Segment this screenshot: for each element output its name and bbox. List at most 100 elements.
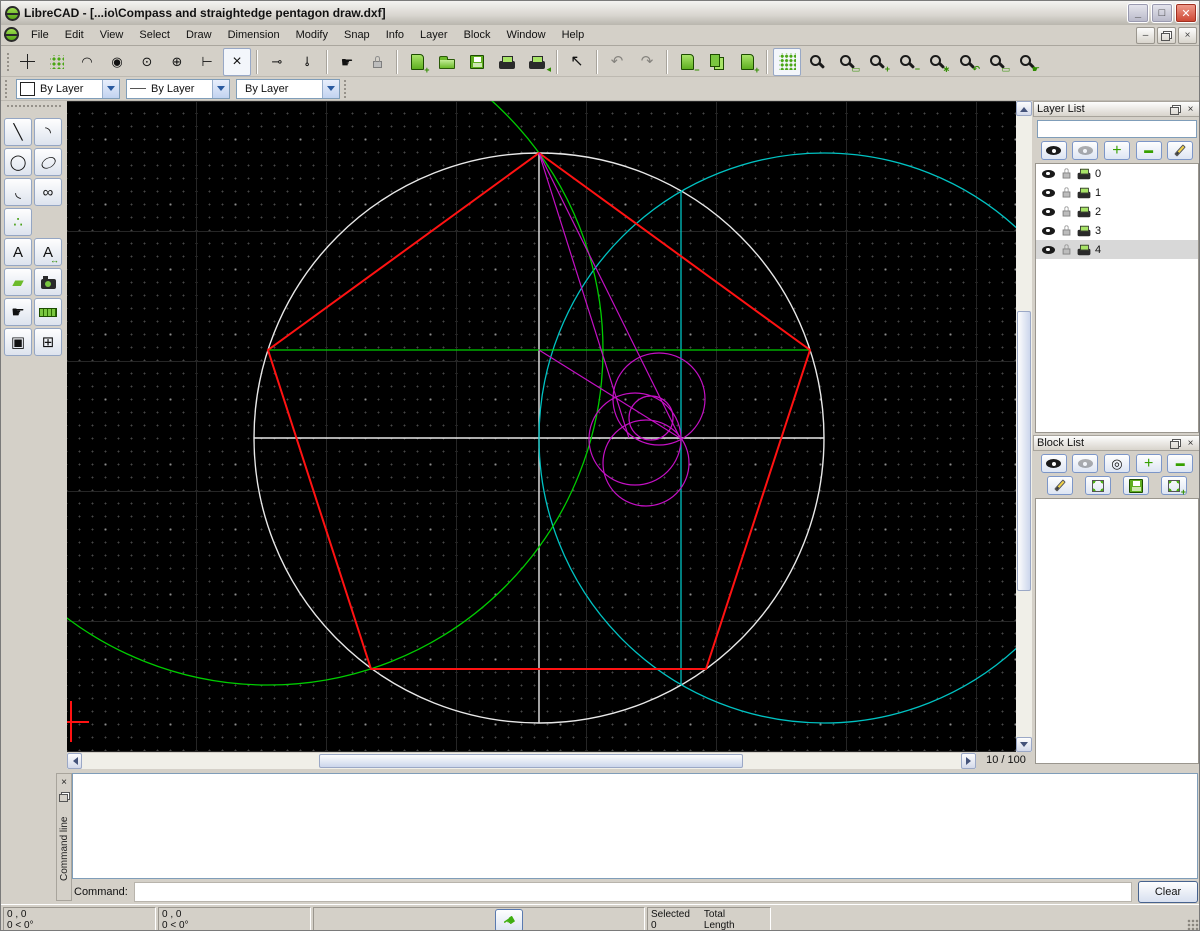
float-panel-button[interactable] <box>1169 103 1182 115</box>
pen-width-combo[interactable]: By Layer <box>126 79 230 99</box>
layer-lock-icon[interactable] <box>1057 206 1075 217</box>
zoom-in[interactable]: + <box>863 48 891 76</box>
command-input[interactable] <box>134 882 1132 902</box>
layer-row-1[interactable]: 1 <box>1036 183 1198 202</box>
layer-visible-icon[interactable] <box>1039 170 1057 178</box>
snap-distance[interactable]: ⊢ <box>193 48 221 76</box>
menu-edit[interactable]: Edit <box>57 27 92 43</box>
open-drawing[interactable] <box>433 48 461 76</box>
snap-free[interactable] <box>13 48 41 76</box>
drawing-canvas[interactable] <box>67 101 1016 752</box>
redraw[interactable]: ▭ <box>983 48 1011 76</box>
menu-modify[interactable]: Modify <box>288 27 336 43</box>
drawing-window-list[interactable] <box>703 48 731 76</box>
scroll-down-button[interactable] <box>1016 737 1032 752</box>
set-relative-zero[interactable]: ☛ <box>333 48 361 76</box>
layer-filter-input[interactable] <box>1037 120 1197 138</box>
block-list-header[interactable]: Block List × <box>1033 435 1200 451</box>
mdi-restore-button[interactable] <box>1157 27 1176 44</box>
restrict-horizontal[interactable]: ⊸ <box>263 48 291 76</box>
horizontal-scroll-thumb[interactable] <box>319 754 743 768</box>
snap-intersection[interactable]: × <box>223 48 251 76</box>
save-drawing[interactable] <box>463 48 491 76</box>
layer-visible-icon[interactable] <box>1039 227 1057 235</box>
layer-visible-icon[interactable] <box>1039 189 1057 197</box>
snap-endpoints[interactable]: ◠ <box>73 48 101 76</box>
new-drawing[interactable]: + <box>403 48 431 76</box>
layer-lock-icon[interactable] <box>1057 225 1075 236</box>
layer-visible-icon[interactable] <box>1039 246 1057 254</box>
edit-block-entities[interactable] <box>1085 476 1111 495</box>
layer-row-2[interactable]: 2 <box>1036 202 1198 221</box>
create-block[interactable]: ▣ <box>4 328 32 356</box>
menu-layer[interactable]: Layer <box>412 27 456 43</box>
menu-snap[interactable]: Snap <box>336 27 378 43</box>
lock-relative-zero[interactable] <box>363 48 391 76</box>
minimize-button[interactable]: _ <box>1127 3 1149 23</box>
save-block[interactable] <box>1123 476 1149 495</box>
scroll-right-button[interactable] <box>961 753 976 769</box>
modify-block[interactable] <box>1047 476 1073 495</box>
restrict-vertical[interactable]: ⊸ <box>293 48 321 76</box>
command-history[interactable] <box>72 773 1198 879</box>
toolbar-handle[interactable] <box>6 104 62 109</box>
add-layer[interactable]: + <box>1104 141 1130 160</box>
hide-all-layers[interactable] <box>1072 141 1098 160</box>
menu-file[interactable]: File <box>23 27 57 43</box>
insert-image[interactable] <box>34 268 62 296</box>
clear-button[interactable]: Clear <box>1138 881 1198 903</box>
dimension[interactable]: A↔ <box>34 238 62 266</box>
layer-print-icon[interactable] <box>1075 224 1093 237</box>
select-points[interactable]: ∴ <box>4 208 32 236</box>
toolbar-handle[interactable] <box>342 78 347 100</box>
draw-line[interactable]: ╲ <box>4 118 32 146</box>
snap-grid[interactable] <box>43 48 71 76</box>
modify-layer[interactable] <box>1167 141 1193 160</box>
menu-view[interactable]: View <box>92 27 132 43</box>
resize-grip[interactable] <box>1187 919 1199 931</box>
close-panel-button[interactable]: × <box>1184 103 1197 115</box>
auto-zoom[interactable]: ∗ <box>923 48 951 76</box>
float-dock-button[interactable] <box>58 790 70 802</box>
layer-row-0[interactable]: 0 <box>1036 164 1198 183</box>
modify[interactable]: ☛ <box>4 298 32 326</box>
draw-text[interactable]: A <box>4 238 32 266</box>
maximize-button[interactable]: □ <box>1151 3 1173 23</box>
menu-help[interactable]: Help <box>554 27 593 43</box>
draw-spline[interactable]: ∞ <box>34 178 62 206</box>
layer-lock-icon[interactable] <box>1057 187 1075 198</box>
toggle-block-visibility[interactable]: ◎ <box>1104 454 1130 473</box>
redo[interactable]: ↷ <box>633 48 661 76</box>
pen-color-combo[interactable]: By Layer <box>16 79 120 99</box>
hatch[interactable]: ▰ <box>4 268 32 296</box>
draw-ellipse[interactable]: ◯ <box>34 148 62 176</box>
menu-draw[interactable]: Draw <box>178 27 220 43</box>
zoom-out[interactable]: − <box>893 48 921 76</box>
layer-print-icon[interactable] <box>1075 167 1093 180</box>
toolbar-handle[interactable] <box>3 78 8 100</box>
previous-view[interactable]: ↶ <box>953 48 981 76</box>
layer-lock-icon[interactable] <box>1057 168 1075 179</box>
snap-center[interactable]: ⊙ <box>133 48 161 76</box>
snap-middle[interactable]: ⊕ <box>163 48 191 76</box>
snap-on-entity[interactable]: ◉ <box>103 48 131 76</box>
selection-pointer[interactable]: ↖ <box>563 48 591 76</box>
remove-layer[interactable]: ▬ <box>1136 141 1162 160</box>
print-preview[interactable]: ◂ <box>523 48 551 76</box>
layer-visible-icon[interactable] <box>1039 208 1057 216</box>
print[interactable] <box>493 48 521 76</box>
undo[interactable]: ↶ <box>603 48 631 76</box>
insert-block[interactable]: + <box>1161 476 1187 495</box>
draw-circle[interactable]: ◯ <box>4 148 32 176</box>
mdi-close-button[interactable]: × <box>1178 27 1197 44</box>
menu-info[interactable]: Info <box>378 27 412 43</box>
zoom-pan[interactable]: ☛ <box>1013 48 1041 76</box>
close-dock-button[interactable]: × <box>58 776 70 788</box>
grid-toggle[interactable] <box>773 48 801 76</box>
close-button[interactable]: ✕ <box>1175 3 1197 23</box>
layer-print-icon[interactable] <box>1075 205 1093 218</box>
pen-linetype-combo[interactable]: By Layer <box>236 79 340 99</box>
mdi-minimize-button[interactable]: – <box>1136 27 1155 44</box>
float-panel-button[interactable] <box>1169 437 1182 449</box>
show-all-blocks[interactable] <box>1041 454 1067 473</box>
